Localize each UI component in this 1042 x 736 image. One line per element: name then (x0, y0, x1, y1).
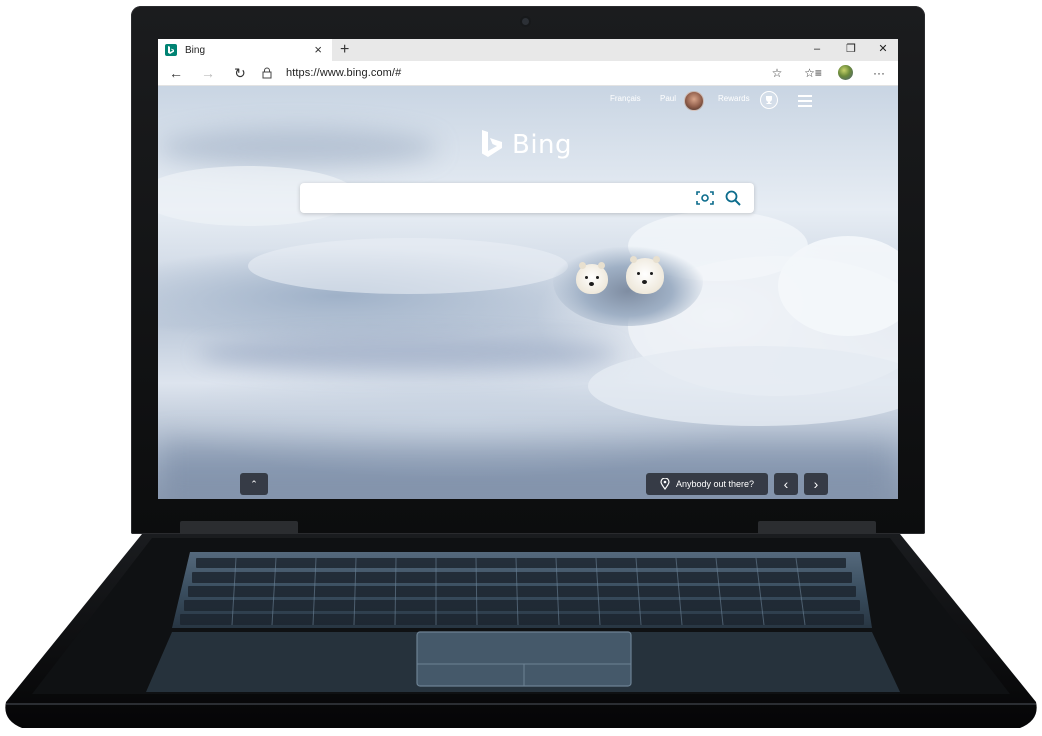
search-input[interactable] (300, 183, 754, 213)
favorite-star-icon[interactable]: ☆ (768, 65, 786, 81)
user-name[interactable]: Paul (660, 94, 676, 103)
previous-image-button[interactable]: ‹ (774, 473, 798, 495)
browser-address-bar: ← → ↻ https://www.bing.com/# ☆ ☆≡ ··· (158, 61, 898, 86)
image-info-button[interactable]: Anybody out there? (646, 473, 768, 495)
bing-logo-text: Bing (512, 130, 573, 160)
image-info-label: Anybody out there? (675, 479, 755, 489)
chevron-left-icon: ‹ (783, 476, 789, 492)
search-icon[interactable] (724, 189, 742, 207)
laptop-screen: Bing × + – ❐ ✕ ← → ↻ https://www.bing.co… (158, 39, 898, 499)
polar-bear-cub (576, 262, 608, 294)
bing-logo: Bing (480, 128, 572, 162)
chevron-right-icon: › (813, 476, 819, 492)
restore-button[interactable]: ❐ (834, 39, 868, 61)
minimize-button[interactable]: – (800, 39, 834, 61)
close-window-button[interactable]: ✕ (866, 39, 898, 61)
url-field[interactable]: https://www.bing.com/# (258, 64, 790, 82)
more-options-icon[interactable]: ··· (870, 65, 888, 81)
bing-homepage: Français Paul Rewards Bing ⌃ Anybody out… (158, 86, 898, 499)
expand-feed-button[interactable]: ⌃ (240, 473, 268, 495)
chevron-up-icon: ⌃ (250, 478, 258, 489)
bing-logo-icon (482, 130, 502, 157)
polar-bear-cub (626, 256, 664, 294)
bing-favicon-icon (165, 44, 177, 56)
rewards-link[interactable]: Rewards (718, 94, 750, 103)
laptop-base (0, 524, 1042, 736)
tab-close-icon[interactable]: × (314, 42, 322, 57)
browser-tab-bar: Bing × + – ❐ ✕ (158, 39, 898, 62)
location-pin-icon (660, 478, 670, 490)
new-tab-button[interactable]: + (340, 40, 349, 60)
back-button[interactable]: ← (166, 64, 186, 82)
lock-icon (262, 67, 272, 79)
browser-profile-avatar[interactable] (838, 65, 853, 80)
next-image-button[interactable]: › (804, 473, 828, 495)
menu-icon[interactable] (798, 95, 812, 110)
url-text: https://www.bing.com/# (286, 67, 402, 79)
rewards-trophy-icon[interactable] (760, 91, 778, 109)
webcam (522, 18, 529, 25)
favorites-list-icon[interactable]: ☆≡ (804, 65, 822, 81)
refresh-button[interactable]: ↻ (230, 64, 250, 82)
visual-search-icon[interactable] (696, 190, 714, 206)
forward-button[interactable]: → (198, 64, 218, 82)
language-link[interactable]: Français (610, 94, 641, 103)
user-avatar[interactable] (684, 91, 704, 111)
tab-title: Bing (185, 44, 206, 56)
browser-tab-bing[interactable]: Bing × (158, 39, 332, 61)
